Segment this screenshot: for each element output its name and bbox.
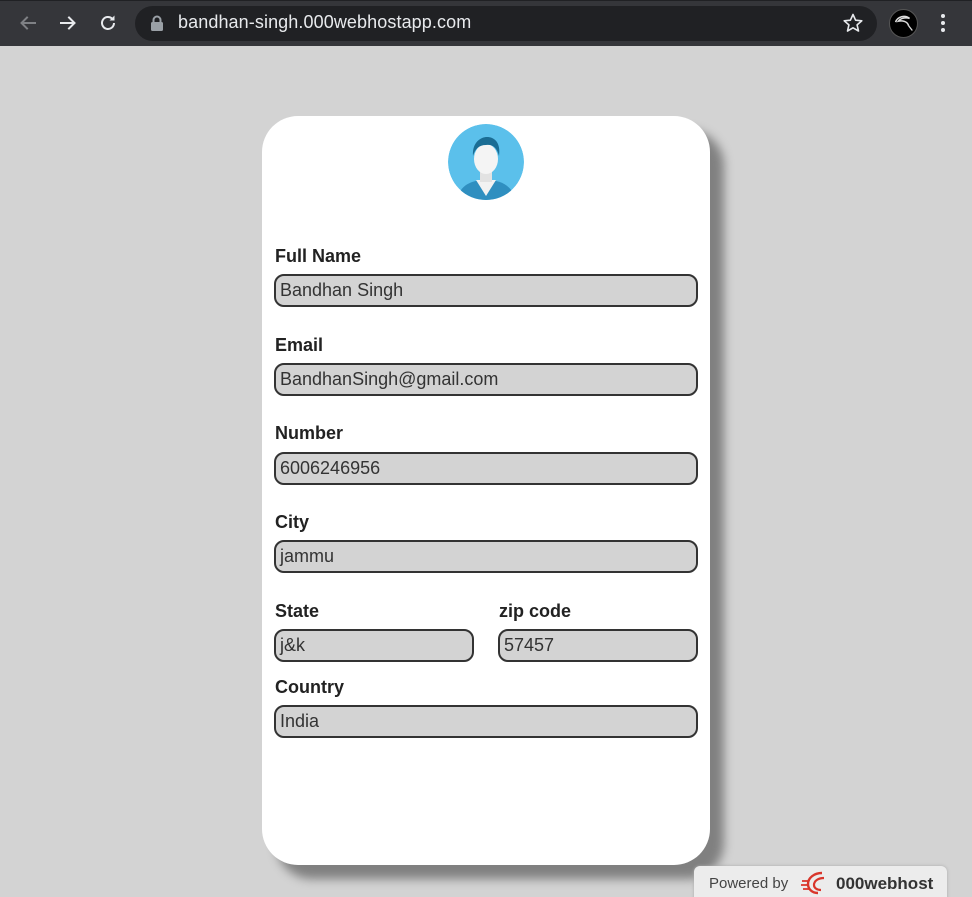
browser-toolbar: bandhan-singh.000webhostapp.com xyxy=(0,0,972,46)
powered-by-badge[interactable]: Powered by 000webhost xyxy=(694,866,947,897)
email-field[interactable]: BandhanSingh@gmail.com xyxy=(274,363,698,396)
url-text[interactable]: bandhan-singh.000webhostapp.com xyxy=(178,12,471,33)
city-label: City xyxy=(275,512,310,532)
number-field[interactable]: 6006246956 xyxy=(274,452,698,485)
full-name-field[interactable]: Bandhan Singh xyxy=(274,274,698,307)
toolbar-edge xyxy=(0,0,972,1)
profile-avatar-icon[interactable] xyxy=(889,9,918,38)
profile-card: Full Name Bandhan Singh Email BandhanSin… xyxy=(262,116,710,865)
number-label: Number xyxy=(275,423,344,443)
zip-code-label: zip code xyxy=(499,601,572,621)
star-icon[interactable] xyxy=(842,12,864,34)
lock-icon[interactable] xyxy=(150,15,164,31)
back-arrow-icon xyxy=(20,16,36,30)
state-field[interactable]: j&k xyxy=(274,629,474,662)
reload-button[interactable] xyxy=(93,8,123,38)
email-label: Email xyxy=(275,335,324,355)
state-label: State xyxy=(275,601,320,621)
forward-arrow-icon xyxy=(60,16,76,30)
city-field[interactable]: jammu xyxy=(274,540,698,573)
forward-button[interactable] xyxy=(53,8,83,38)
country-field[interactable]: India xyxy=(274,705,698,738)
country-label: Country xyxy=(275,677,344,697)
back-button[interactable] xyxy=(13,8,43,38)
webhost-logo-icon xyxy=(801,871,825,895)
reload-icon xyxy=(101,15,115,30)
user-avatar-icon xyxy=(448,124,524,200)
zip-code-field[interactable]: 57457 xyxy=(498,629,698,662)
full-name-label: Full Name xyxy=(275,246,362,266)
brand-name: 000webhost xyxy=(836,874,934,893)
powered-by-text: Powered by xyxy=(709,875,789,892)
menu-dots-icon[interactable] xyxy=(935,11,951,35)
